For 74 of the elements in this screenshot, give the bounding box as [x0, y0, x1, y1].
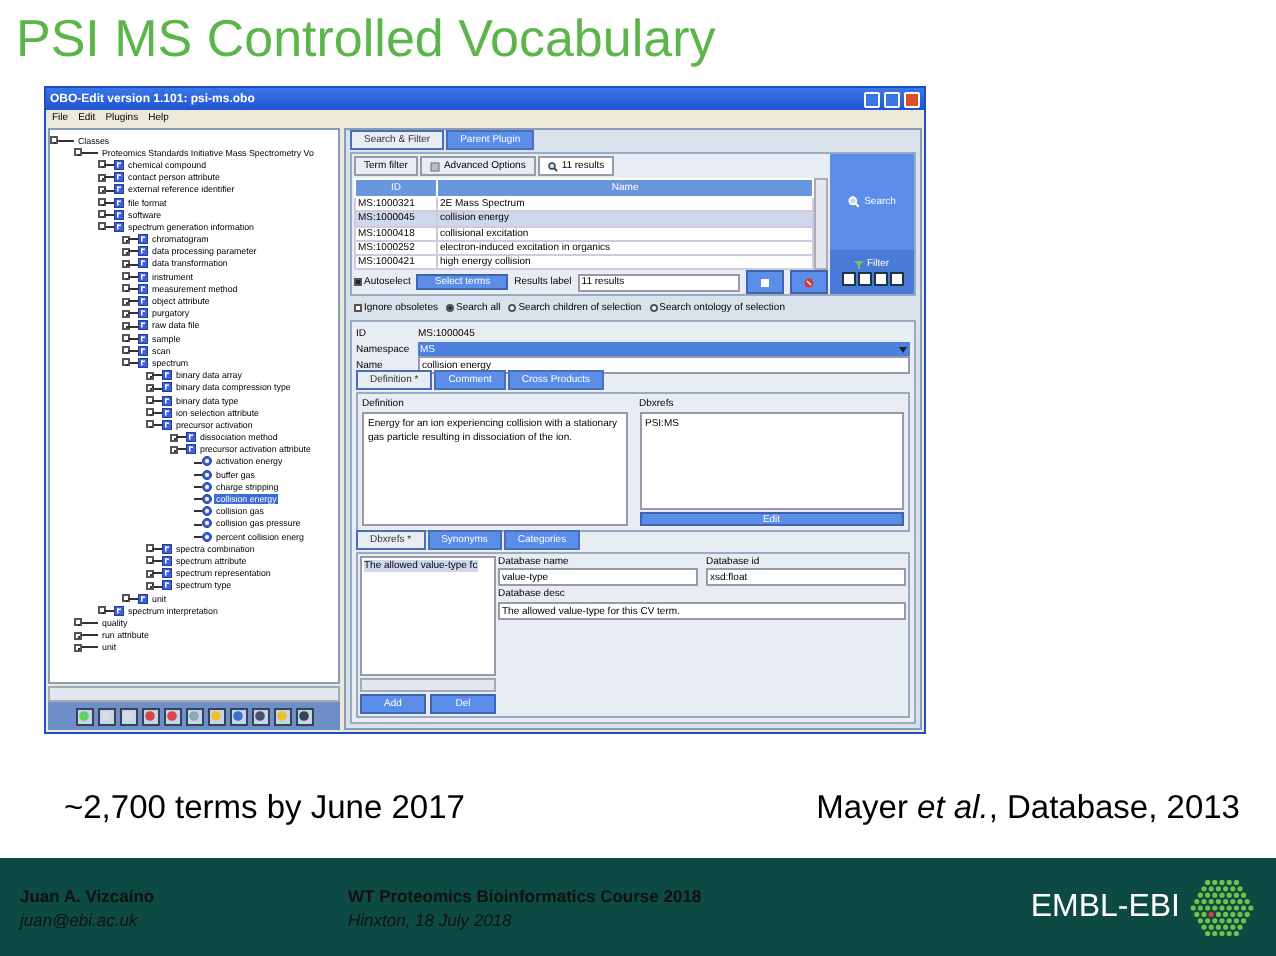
expand-toggle[interactable] — [146, 383, 154, 392]
expand-toggle[interactable] — [146, 420, 154, 429]
minimize-button[interactable] — [864, 91, 880, 107]
scrollbar[interactable] — [814, 178, 828, 271]
slide-title: PSI MS Controlled Vocabulary — [14, 6, 718, 72]
expand-toggle[interactable] — [146, 544, 154, 553]
close-button[interactable] — [904, 91, 920, 107]
search-icon — [547, 161, 558, 171]
expand-toggle[interactable] — [122, 358, 130, 367]
course-title: WT Proteomics Bioinformatics Course 2018 — [348, 885, 704, 905]
toolbar-button[interactable] — [141, 707, 159, 725]
expand-toggle[interactable] — [122, 272, 130, 281]
stop-icon — [804, 277, 814, 288]
radio-button[interactable] — [445, 304, 454, 313]
expand-toggle[interactable] — [122, 594, 130, 603]
expand-toggle[interactable] — [122, 284, 130, 293]
checkbox[interactable] — [354, 304, 362, 313]
caption-text: ~2,700 terms by June 2017 — [64, 790, 465, 830]
author-name: Juan A. Vizcaíno — [20, 885, 157, 905]
expand-toggle[interactable] — [122, 321, 130, 330]
toolbar-button[interactable] — [207, 707, 225, 725]
maximize-button[interactable] — [884, 91, 900, 107]
filter-icon — [854, 259, 865, 270]
expand-toggle[interactable] — [146, 396, 154, 405]
expand-toggle[interactable] — [98, 606, 106, 615]
expand-toggle[interactable] — [74, 618, 82, 627]
expand-toggle[interactable] — [122, 297, 130, 306]
expand-toggle[interactable] — [98, 222, 106, 231]
expand-toggle[interactable] — [74, 631, 82, 640]
expand-toggle[interactable] — [122, 346, 130, 355]
toolbar-button[interactable] — [75, 707, 93, 725]
toolbar-button[interactable] — [119, 707, 137, 725]
expand-toggle[interactable] — [170, 445, 178, 454]
scrollbar[interactable] — [48, 686, 340, 702]
class-icon — [114, 605, 124, 616]
radio-button[interactable] — [649, 304, 658, 313]
options-icon — [429, 161, 440, 171]
search-icon — [848, 196, 861, 209]
expand-toggle[interactable] — [50, 136, 58, 145]
expand-toggle[interactable] — [146, 569, 154, 578]
scrollbar[interactable] — [360, 678, 496, 692]
expand-toggle[interactable] — [74, 148, 82, 157]
checkbox[interactable] — [354, 278, 362, 287]
expand-toggle[interactable] — [122, 235, 130, 244]
expand-toggle[interactable] — [74, 643, 82, 652]
radio-button[interactable] — [508, 304, 517, 313]
window-icon — [760, 277, 770, 288]
toolbar-button[interactable] — [97, 707, 115, 725]
toolbar-button[interactable] — [295, 707, 313, 725]
toolbar-button[interactable] — [163, 707, 181, 725]
class-icon — [138, 593, 148, 604]
toolbar-button[interactable] — [229, 707, 247, 725]
expand-toggle[interactable] — [146, 408, 154, 417]
expand-toggle[interactable] — [170, 433, 178, 442]
expand-toggle[interactable] — [122, 334, 130, 343]
expand-toggle[interactable] — [122, 247, 130, 256]
expand-toggle[interactable] — [98, 173, 106, 182]
expand-toggle[interactable] — [146, 556, 154, 565]
author-email: juan@ebi.ac.uk — [20, 909, 140, 929]
citation-text: Mayer et al., Database, 2013 — [816, 790, 1240, 830]
toolbar-button[interactable] — [185, 707, 203, 725]
expand-toggle[interactable] — [98, 185, 106, 194]
expand-toggle[interactable] — [98, 160, 106, 169]
course-place-date: Hinxton, 18 July 2018 — [348, 909, 514, 929]
save-button[interactable] — [746, 270, 784, 295]
expand-toggle[interactable] — [146, 581, 154, 590]
toolbar-button[interactable] — [251, 707, 269, 725]
logo-text: EMBL-EBI — [1030, 889, 1180, 925]
expand-toggle[interactable] — [98, 198, 106, 207]
expand-toggle[interactable] — [98, 210, 106, 219]
expand-toggle[interactable] — [122, 259, 130, 268]
expand-toggle[interactable] — [122, 309, 130, 318]
expand-toggle[interactable] — [146, 371, 154, 380]
toolbar-button[interactable] — [273, 707, 291, 725]
